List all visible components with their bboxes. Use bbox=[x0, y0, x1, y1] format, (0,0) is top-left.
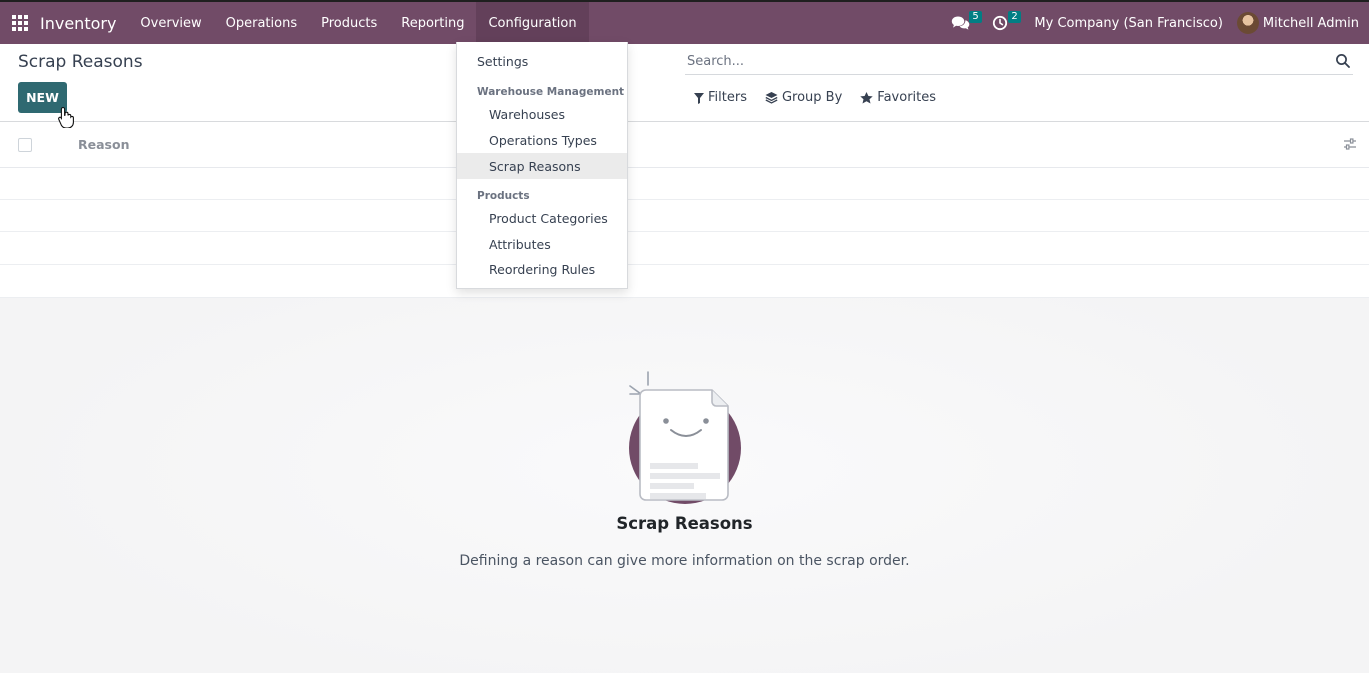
search-panel-buttons: Filters Group By Favorites bbox=[694, 90, 936, 105]
group-by-label: Group By bbox=[781, 90, 843, 105]
menu-products[interactable]: Products bbox=[309, 2, 389, 44]
layers-icon bbox=[765, 92, 778, 104]
star-icon bbox=[860, 91, 873, 103]
messages-badge: 5 bbox=[969, 11, 982, 23]
column-header-reason[interactable]: Reason bbox=[78, 137, 129, 152]
section-header-warehouse-management: Warehouse Management bbox=[477, 86, 625, 98]
activities-badge: 2 bbox=[1008, 11, 1021, 23]
user-menu[interactable]: Mitchell Admin bbox=[1236, 12, 1369, 34]
section-header-products: Products bbox=[477, 190, 530, 202]
menu-overview[interactable]: Overview bbox=[128, 2, 213, 44]
select-all-checkbox[interactable] bbox=[18, 138, 32, 152]
list-header: Reason bbox=[0, 122, 1369, 168]
menu-item-operations-types[interactable]: Operations Types bbox=[457, 127, 627, 153]
avatar bbox=[1236, 12, 1259, 34]
filters-label: Filters bbox=[708, 90, 747, 105]
top-navbar: Inventory Overview Operations Products R… bbox=[0, 0, 1369, 44]
company-switcher[interactable]: My Company (San Francisco) bbox=[1016, 16, 1236, 31]
optional-columns-toggler-icon[interactable] bbox=[1343, 137, 1357, 151]
empty-state-title: Scrap Reasons bbox=[616, 514, 753, 533]
filters-button[interactable]: Filters bbox=[694, 90, 747, 105]
apps-grid-icon bbox=[12, 15, 28, 31]
search-input[interactable] bbox=[685, 53, 1335, 69]
user-name: Mitchell Admin bbox=[1262, 15, 1359, 31]
activities-button[interactable]: 2 bbox=[984, 2, 1021, 44]
menu-item-product-categories[interactable]: Product Categories bbox=[457, 205, 627, 231]
menu-reporting[interactable]: Reporting bbox=[389, 2, 476, 44]
list-empty-row bbox=[0, 266, 1369, 298]
search-icon[interactable] bbox=[1335, 53, 1351, 69]
menu-configuration[interactable]: Configuration bbox=[476, 2, 589, 44]
favorites-button[interactable]: Favorites bbox=[860, 90, 936, 105]
menu-item-warehouses[interactable]: Warehouses bbox=[457, 101, 627, 127]
app-name[interactable]: Inventory bbox=[40, 14, 116, 33]
filter-icon bbox=[694, 92, 704, 104]
group-by-button[interactable]: Group By bbox=[765, 90, 842, 105]
hand-pointer-icon bbox=[58, 106, 74, 128]
menu-operations[interactable]: Operations bbox=[214, 2, 309, 44]
apps-menu-button[interactable] bbox=[0, 2, 40, 44]
systray: 5 2 My Company (San Francisco) Mitchell … bbox=[943, 2, 1369, 44]
menu-item-attributes[interactable]: Attributes bbox=[457, 231, 627, 257]
list-empty-row bbox=[0, 168, 1369, 200]
list-empty-row bbox=[0, 200, 1369, 232]
messages-button[interactable]: 5 bbox=[943, 2, 982, 44]
empty-state-text: Defining a reason can give more informat… bbox=[459, 553, 910, 569]
favorites-label: Favorites bbox=[877, 90, 937, 105]
page-title: Scrap Reasons bbox=[18, 52, 143, 72]
menu-item-reordering-rules[interactable]: Reordering Rules bbox=[457, 256, 627, 282]
menu-item-settings[interactable]: Settings bbox=[457, 48, 627, 74]
search-bar bbox=[685, 48, 1353, 75]
list-empty-row bbox=[0, 233, 1369, 265]
configuration-dropdown: Settings Warehouse Management Warehouses… bbox=[456, 42, 628, 289]
chat-icon bbox=[952, 16, 970, 30]
menu-item-scrap-reasons[interactable]: Scrap Reasons bbox=[457, 153, 627, 179]
clock-icon bbox=[993, 15, 1008, 31]
empty-document-illustration-icon bbox=[629, 371, 741, 504]
